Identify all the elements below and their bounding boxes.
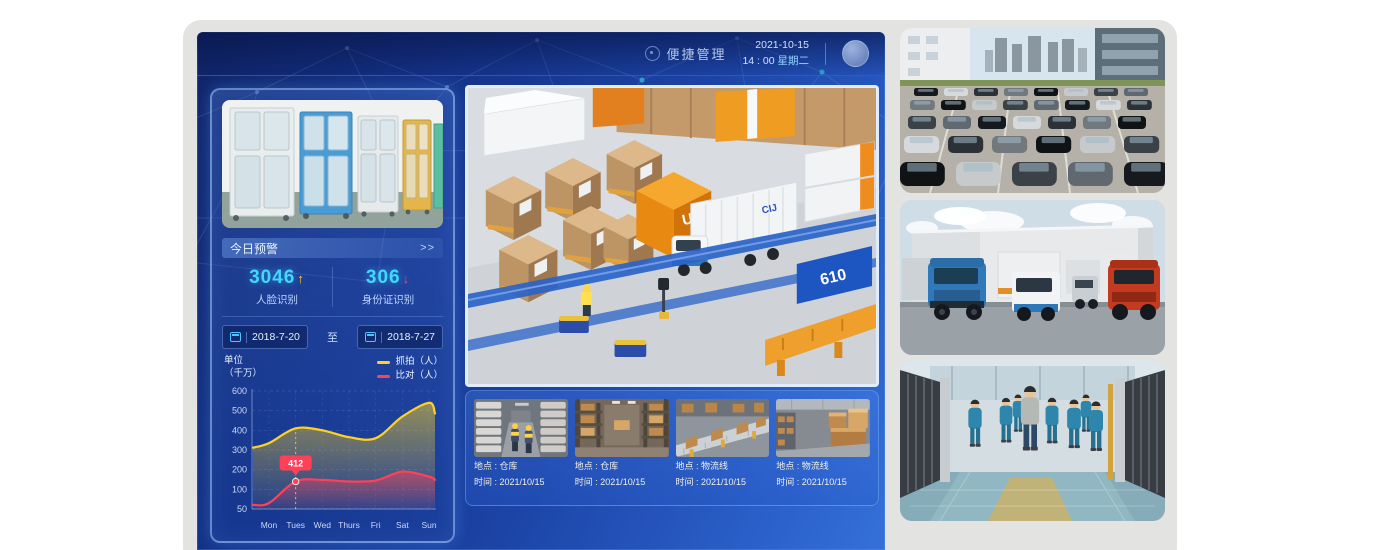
svg-text:Sat: Sat <box>396 520 409 530</box>
alert-title: 今日预警 <box>230 240 278 257</box>
chart-header: 单位 （千万） 抓拍（人） 比对（人） <box>222 355 443 383</box>
warehouse-illustration: U5 CIJ <box>468 88 876 384</box>
camera-thumbnail-boxes[interactable] <box>776 399 870 457</box>
date-range-separator: 至 <box>327 329 338 345</box>
alert-stats: 3046↑ 人脸识别 306↓ 身份证识别 <box>222 258 443 317</box>
camera-feed-3: 地点 : 物流线 时间 : 2021/10/15 <box>676 399 770 497</box>
svg-text:Thurs: Thurs <box>338 520 360 530</box>
trend-down-icon: ↓ <box>403 271 411 286</box>
svg-text:50: 50 <box>237 504 247 514</box>
date-range-filter: 2018-7-20 至 2018-7-27 <box>222 325 443 349</box>
svg-text:Sun: Sun <box>421 520 436 530</box>
app-title: 便捷管理 <box>666 44 726 63</box>
trend-up-icon: ↑ <box>297 271 305 286</box>
camera-feed-strip: 地点 : 仓库 时间 : 2021/10/15 地点 <box>465 390 879 506</box>
camera-location: 地点 : 仓库 <box>575 460 669 473</box>
date-to-value: 2018-7-27 <box>387 331 435 343</box>
camera-thumbnail-shelves[interactable] <box>575 399 669 457</box>
camera-location: 地点 : 仓库 <box>474 460 568 473</box>
storage-cabinets-photo <box>222 100 443 228</box>
date-from-input[interactable]: 2018-7-20 <box>222 325 308 349</box>
svg-text:Fri: Fri <box>371 520 381 530</box>
parking-lot-photo <box>900 28 1165 193</box>
stat-label: 人脸识别 <box>222 292 332 307</box>
camera-time: 时间 : 2021/10/15 <box>676 476 770 489</box>
brand: 便捷管理 <box>645 44 726 63</box>
svg-text:400: 400 <box>232 425 247 435</box>
main-warehouse-view: U5 CIJ <box>465 85 879 387</box>
camera-time: 时间 : 2021/10/15 <box>474 476 568 489</box>
dashboard-header: 便捷管理 2021-10-15 14 : 00 星期二 <box>197 32 885 76</box>
svg-text:412: 412 <box>288 458 303 468</box>
datetime-display: 2021-10-15 14 : 00 星期二 <box>742 38 809 70</box>
stat-label: 身份证识别 <box>333 292 443 307</box>
alert-more-link[interactable]: >> <box>420 242 435 254</box>
camera-feed-2: 地点 : 仓库 时间 : 2021/10/15 <box>575 399 669 497</box>
screenshot-stage: 便捷管理 2021-10-15 14 : 00 星期二 <box>0 0 1400 550</box>
legend-item-compare: 比对（人） <box>377 369 443 383</box>
stat-value: 3046↑ <box>222 267 332 289</box>
current-time-row: 14 : 00 星期二 <box>742 54 809 70</box>
trend-chart-panel: 单位 （千万） 抓拍（人） 比对（人） 50 100 200 <box>222 355 443 533</box>
camera-feed-4: 地点 : 物流线 时间 : 2021/10/15 <box>776 399 870 497</box>
workers-walking-photo <box>900 360 1165 521</box>
stat-value: 306↓ <box>333 267 443 289</box>
calendar-icon <box>230 332 241 342</box>
alert-header: 今日预警 >> <box>222 238 443 258</box>
camera-location: 地点 : 物流线 <box>776 460 870 473</box>
svg-text:500: 500 <box>232 406 247 416</box>
user-avatar[interactable] <box>842 40 869 67</box>
svg-text:600: 600 <box>232 386 247 396</box>
trend-line-chart: 50 100 200 300 400 500 600 Mon Tues Wed Thurs Fri Sa… <box>222 383 443 533</box>
pill-divider <box>246 332 247 343</box>
trucks-photo <box>900 200 1165 355</box>
legend-swatch-red <box>377 375 390 378</box>
calendar-icon <box>365 332 376 342</box>
logistics-dashboard: 便捷管理 2021-10-15 14 : 00 星期二 <box>197 32 885 550</box>
chart-unit-label: 单位 （千万） <box>222 355 262 381</box>
storage-cabinets-illustration <box>222 100 443 228</box>
current-date: 2021-10-15 <box>742 38 809 54</box>
header-divider <box>825 43 826 65</box>
current-weekday: 星期二 <box>778 55 810 67</box>
camera-thumbnail-conveyor[interactable] <box>676 399 770 457</box>
date-to-input[interactable]: 2018-7-27 <box>357 325 443 349</box>
legend-swatch-yellow <box>377 361 390 364</box>
camera-time: 时间 : 2021/10/15 <box>776 476 870 489</box>
camera-thumbnail-workers[interactable] <box>474 399 568 457</box>
brand-logo-icon <box>645 46 660 61</box>
left-info-panel: 今日预警 >> 3046↑ 人脸识别 306↓ 身份证识别 2018-7-20 <box>210 88 455 543</box>
svg-text:Wed: Wed <box>314 520 332 530</box>
stat-id-recognition: 306↓ 身份证识别 <box>332 267 443 307</box>
camera-time: 时间 : 2021/10/15 <box>575 476 669 489</box>
current-time: 14 : 00 <box>742 55 774 67</box>
svg-text:200: 200 <box>232 465 247 475</box>
svg-text:Tues: Tues <box>286 520 305 530</box>
pill-divider <box>381 332 382 343</box>
date-from-value: 2018-7-20 <box>252 331 300 343</box>
chart-legend: 抓拍（人） 比对（人） <box>377 355 443 384</box>
svg-text:Mon: Mon <box>261 520 278 530</box>
camera-location: 地点 : 物流线 <box>676 460 770 473</box>
stat-face-recognition: 3046↑ 人脸识别 <box>222 267 332 307</box>
svg-text:100: 100 <box>232 484 247 494</box>
legend-item-capture: 抓拍（人） <box>377 355 443 369</box>
camera-feed-1: 地点 : 仓库 时间 : 2021/10/15 <box>474 399 568 497</box>
svg-text:300: 300 <box>232 445 247 455</box>
